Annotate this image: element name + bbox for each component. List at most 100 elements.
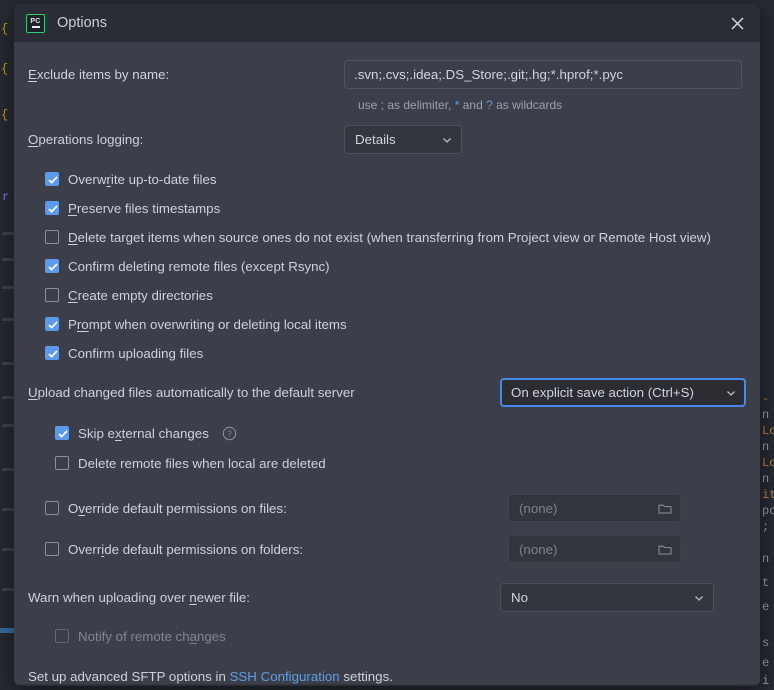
hint-mid: and (459, 98, 487, 112)
checkbox-confirm-uploading-files[interactable]: Confirm uploading files (45, 342, 746, 364)
upload-changed-files-row: Upload changed files automatically to th… (28, 378, 746, 407)
upload-changed-files-label: Upload changed files automatically to th… (28, 385, 500, 400)
bg-code-fragment: ; (762, 520, 770, 534)
checkbox-skip-external-changes[interactable]: Skip external changes ? (55, 422, 746, 444)
label-post: de default permissions on folders: (104, 541, 304, 557)
upload-changed-files-select[interactable]: On explicit save action (Ctrl+S) (500, 378, 746, 407)
checkbox-label: Confirm uploading files (68, 346, 203, 361)
folder-icon[interactable] (658, 543, 672, 556)
checkbox-label: Override default permissions on files: (68, 501, 287, 516)
label-mnemonic: D (68, 229, 78, 245)
label-post: nges (197, 628, 226, 644)
label-mnemonic: a (189, 628, 197, 644)
permissions-files-value: (none) (519, 500, 558, 516)
bg-code-fragment: po (762, 504, 774, 518)
checkbox-label: Delete target items when source ones do … (68, 230, 711, 245)
warn-label-pre: Warn when uploading over (28, 590, 190, 605)
label-post: erride default permissions on files: (85, 500, 287, 516)
bg-code-fragment: n (762, 472, 770, 486)
exclude-label-rest: xclude items by name: (36, 67, 170, 82)
upload-mnemonic: U (28, 385, 38, 400)
label-pre: Skip e (78, 425, 115, 441)
hint-question: ? (486, 98, 493, 112)
checkbox-box (45, 542, 59, 556)
checkbox-label: Create empty directories (68, 288, 213, 303)
exclude-items-label: Exclude items by name: (28, 67, 344, 82)
checkbox-box (55, 426, 69, 440)
permissions-files-input[interactable]: (none) (508, 494, 681, 522)
permissions-folders-input[interactable]: (none) (508, 535, 681, 563)
ssh-configuration-link[interactable]: SSH Configuration (230, 669, 340, 684)
label-mnemonic: v (78, 500, 85, 516)
options-dialog: PC Options Exclude items by name: .svn;.… (14, 4, 760, 686)
label-post: ite up-to-date files (110, 171, 217, 187)
override-permissions-files-row: Override default permissions on files: (… (28, 494, 746, 522)
bg-code-fragment: it (762, 488, 774, 502)
warn-newer-file-row: Warn when uploading over newer file: No (28, 583, 746, 612)
exclude-hint: use ; as delimiter, * and ? as wildcards (358, 98, 746, 112)
chevron-down-icon (695, 595, 703, 601)
label-mnemonic: ro (76, 316, 89, 332)
checkbox-label: Confirm deleting remote files (except Rs… (68, 259, 330, 274)
bg-code-fragment: s (762, 636, 770, 650)
label-pre: O (68, 500, 79, 516)
checkbox-override-default-permissions-on-folders[interactable]: Override default permissions on folders: (45, 538, 508, 560)
bg-code-fragment: { (1, 22, 9, 36)
label-pre: Overw (68, 171, 107, 187)
checkbox-label: Prompt when overwriting or deleting loca… (68, 317, 347, 332)
label-mnemonic: x (114, 425, 122, 441)
pycharm-icon: PC (26, 13, 45, 33)
permissions-folders-value: (none) (519, 541, 558, 557)
checkbox-create-empty-directories[interactable]: Create empty directories (45, 284, 746, 306)
checkbox-notify-of-remote-changes[interactable]: Notify of remote changes (55, 625, 746, 647)
label-pre: Notify of remote ch (78, 628, 190, 644)
label-post: elete target items when source ones do n… (77, 229, 711, 245)
close-icon[interactable] (714, 4, 760, 42)
checkbox-box (45, 317, 59, 331)
hint-suffix: as wildcards (492, 98, 563, 112)
bg-code-fragment: Lo (762, 424, 774, 438)
checkbox-label: Notify of remote changes (78, 629, 226, 644)
dialog-titlebar: PC Options (14, 4, 760, 42)
bg-code-fragment: n (762, 408, 770, 422)
label-pre: P (68, 316, 77, 332)
checkbox-box (45, 201, 59, 215)
checkbox-delete-remote-files-when-local-deleted[interactable]: Delete remote files when local are delet… (55, 452, 746, 474)
bg-code-fragment: - (762, 392, 770, 406)
folder-icon[interactable] (658, 502, 672, 515)
bg-code-fragment: { (1, 108, 9, 122)
operations-logging-select[interactable]: Details (344, 125, 462, 154)
operations-logging-label: Operations logging: (28, 132, 344, 147)
checkbox-delete-target-items[interactable]: Delete target items when source ones do … (45, 226, 746, 248)
warn-newer-file-select[interactable]: No (500, 583, 714, 612)
chevron-down-icon (443, 137, 451, 143)
exclude-mnemonic: E (28, 67, 37, 82)
warn-newer-file-value: No (511, 590, 528, 605)
chevron-down-icon (727, 390, 735, 396)
warn-label-post: ewer file: (196, 590, 251, 605)
warn-label-mnemonic: n (189, 590, 197, 605)
exclude-items-input[interactable]: .svn;.cvs;.idea;.DS_Store;.git;.hg;*.hpr… (344, 60, 742, 89)
checkbox-label: Skip external changes (78, 426, 209, 441)
checkbox-preserve-files-timestamps[interactable]: Preserve files timestamps (45, 197, 746, 219)
checkbox-group: Overwrite up-to-date files Preserve file… (28, 168, 746, 364)
checkbox-prompt-when-overwriting[interactable]: Prompt when overwriting or deleting loca… (45, 313, 746, 335)
advanced-post: settings. (339, 669, 393, 684)
checkbox-confirm-deleting-remote-files[interactable]: Confirm deleting remote files (except Rs… (45, 255, 746, 277)
operations-logging-row: Operations logging: Details (28, 125, 746, 154)
label-pre: Confirm uploading files (68, 345, 204, 361)
label-post: reserve files timestamps (76, 200, 221, 216)
checkbox-override-default-permissions-on-files[interactable]: Override default permissions on files: (45, 497, 508, 519)
hint-prefix: use ; as delimiter, (358, 98, 455, 112)
checkbox-box (45, 288, 59, 302)
label-mnemonic: C (68, 287, 78, 303)
checkbox-label: Delete remote files when local are delet… (78, 456, 326, 471)
checkbox-label: Preserve files timestamps (68, 201, 220, 216)
warn-newer-file-label: Warn when uploading over newer file: (28, 590, 500, 605)
checkbox-box (45, 172, 59, 186)
label-post: reate empty directories (77, 287, 213, 303)
help-circle-icon[interactable]: ? (222, 426, 237, 441)
label-pre: Overr (68, 541, 102, 557)
checkbox-overwrite-up-to-date-files[interactable]: Overwrite up-to-date files (45, 168, 746, 190)
checkbox-box (55, 456, 69, 470)
